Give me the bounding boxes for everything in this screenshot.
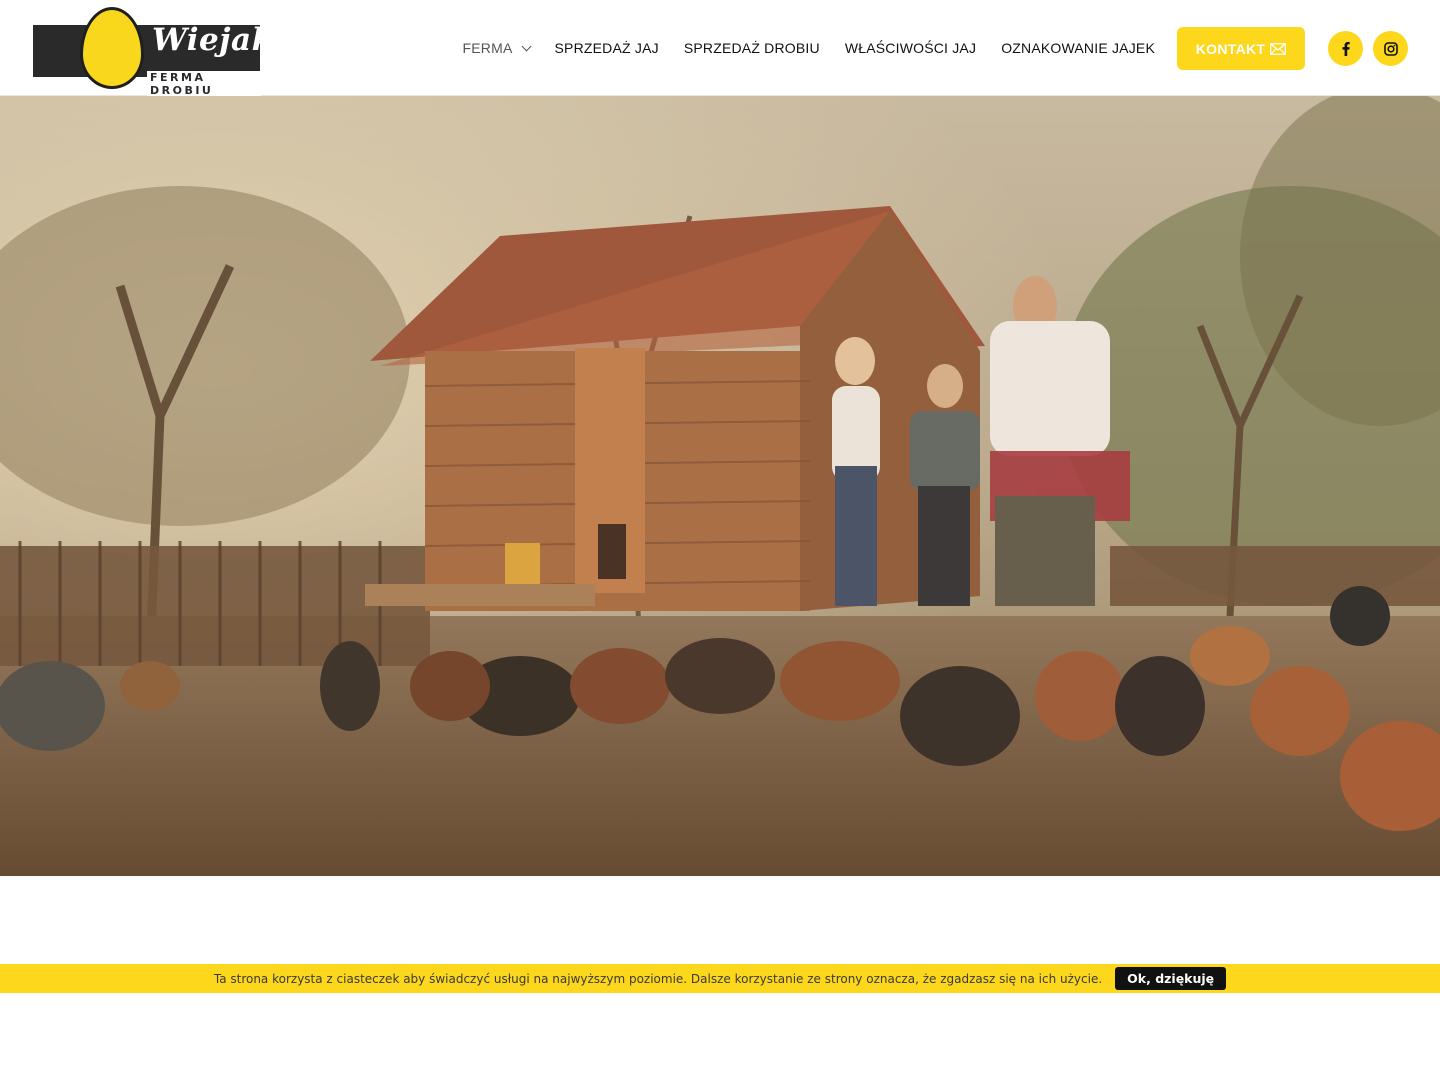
nav-item-label: FERMA [462, 40, 513, 56]
cookie-accept-button[interactable]: Ok, dziękuję [1115, 967, 1227, 990]
cookie-bar: Ta strona korzysta z ciasteczek aby świa… [0, 964, 1440, 993]
nav-item-label: WŁAŚCIWOŚCI JAJ [844, 40, 977, 56]
egg-logo-icon [80, 7, 144, 89]
contact-button-label: KONTAKT [1195, 40, 1266, 57]
cookie-text: Ta strona korzysta z ciasteczek aby świa… [213, 971, 1103, 986]
envelope-icon [1270, 42, 1287, 55]
logo-name: Wiejak [152, 22, 274, 58]
hero-image-family-feeding-chickens [0, 96, 1440, 876]
nav-item-label: OZNAKOWANIE JAJEK [1001, 40, 1155, 56]
nav-item-sprzedaz-jaj[interactable]: SPRZEDAŻ JAJ [555, 40, 659, 56]
facebook-icon [1342, 41, 1350, 56]
nav-item-label: SPRZEDAŻ DROBIU [683, 40, 820, 56]
chevron-down-icon [521, 41, 531, 51]
main-nav: FERMA SPRZEDAŻ JAJ SPRZEDAŻ DROBIU WŁAŚC… [450, 0, 1167, 96]
nav-item-wlasciwosci-jaj[interactable]: WŁAŚCIWOŚCI JAJ [845, 40, 976, 56]
hero-illustration [0, 96, 1440, 876]
nav-item-sprzedaz-drobiu[interactable]: SPRZEDAŻ DROBIU [684, 40, 820, 56]
nav-item-label: SPRZEDAŻ JAJ [554, 40, 659, 56]
facebook-button[interactable] [1328, 31, 1363, 66]
logo-tagline: FERMA DROBIU [147, 71, 261, 97]
instagram-icon [1383, 41, 1398, 56]
instagram-button[interactable] [1373, 31, 1408, 66]
logo[interactable]: Wiejak FERMA DROBIU [33, 6, 273, 97]
contact-button[interactable]: KONTAKT [1177, 27, 1305, 70]
nav-item-oznakowanie-jajek[interactable]: OZNAKOWANIE JAJEK [1001, 40, 1155, 56]
site-header: Wiejak FERMA DROBIU FERMA SPRZEDAŻ JAJ S… [0, 0, 1440, 97]
nav-item-ferma[interactable]: FERMA [462, 40, 531, 56]
